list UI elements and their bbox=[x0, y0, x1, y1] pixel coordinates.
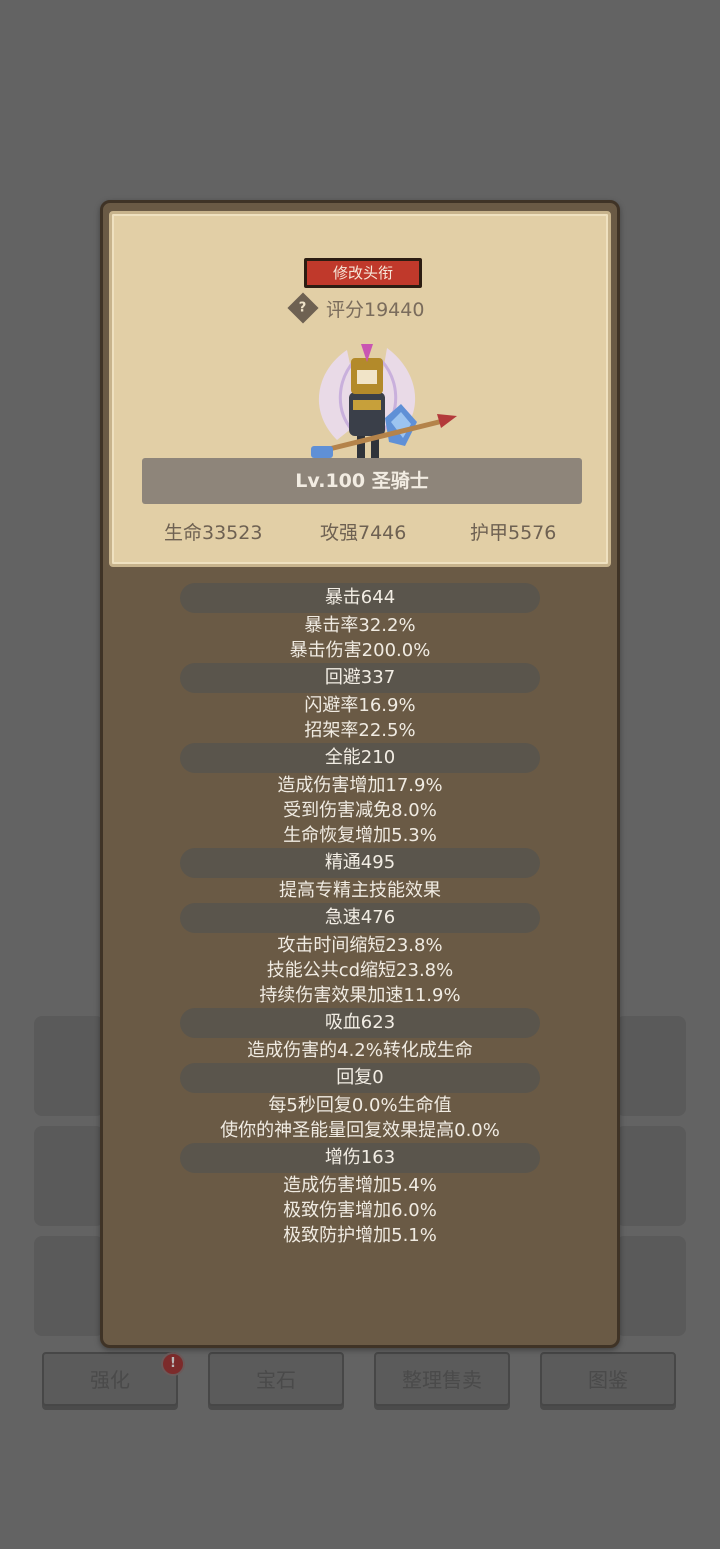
attribute-detail: 使你的神圣能量回复效果提高0.0% bbox=[220, 1120, 500, 1141]
background-tile bbox=[34, 1016, 104, 1116]
attribute-group: 精通495 提高专精主技能效果 bbox=[103, 848, 617, 903]
attribute-title: 增伤163 bbox=[180, 1143, 540, 1173]
attribute-detail: 造成伤害增加5.4% bbox=[283, 1175, 437, 1196]
attribute-title: 精通495 bbox=[180, 848, 540, 878]
rename-title-button[interactable]: 修改头衔 bbox=[304, 258, 422, 288]
attribute-detail: 造成伤害的4.2%转化成生命 bbox=[247, 1040, 473, 1061]
collection-button[interactable]: 图鉴 bbox=[540, 1352, 676, 1406]
attribute-detail: 极致防护增加5.1% bbox=[283, 1225, 437, 1246]
attribute-group: 回复0 每5秒回复0.0%生命值使你的神圣能量回复效果提高0.0% bbox=[103, 1063, 617, 1143]
attribute-detail: 受到伤害减免8.0% bbox=[283, 800, 437, 821]
background-tile bbox=[34, 1126, 104, 1226]
score-value: 评分19440 bbox=[326, 298, 425, 321]
attribute-group: 吸血623 造成伤害的4.2%转化成生命 bbox=[103, 1008, 617, 1063]
background-tile bbox=[616, 1126, 686, 1226]
attribute-detail: 闪避率16.9% bbox=[304, 695, 416, 716]
attribute-detail: 提高专精主技能效果 bbox=[279, 880, 441, 901]
attribute-title: 急速476 bbox=[180, 903, 540, 933]
attribute-list: 暴击644 暴击率32.2% 暴击伤害200.0% 回避337 闪避率16.9% 招架率2… bbox=[103, 583, 617, 1248]
alert-badge-icon: ! bbox=[161, 1352, 185, 1376]
attribute-detail: 持续伤害效果加速11.9% bbox=[259, 985, 461, 1006]
attribute-detail: 造成伤害增加17.9% bbox=[277, 775, 443, 796]
stat-armor: 护甲5576 bbox=[470, 522, 557, 544]
attribute-title: 回避337 bbox=[180, 663, 540, 693]
attribute-title: 暴击644 bbox=[180, 583, 540, 613]
attribute-detail: 生命恢复增加5.3% bbox=[283, 825, 437, 846]
sort-sell-button[interactable]: 整理售卖 bbox=[374, 1352, 510, 1406]
attribute-group: 增伤163 造成伤害增加5.4% 极致伤害增加6.0% 极致防护增加5.1% bbox=[103, 1143, 617, 1248]
background-tile bbox=[616, 1016, 686, 1116]
stat-hp: 生命33523 bbox=[164, 522, 263, 544]
attribute-detail: 招架率22.5% bbox=[304, 720, 416, 741]
hero-sprite bbox=[311, 344, 457, 458]
attribute-detail: 攻击时间缩短23.8% bbox=[277, 935, 443, 956]
enhance-button[interactable]: 强化 bbox=[42, 1352, 178, 1406]
attribute-title: 全能210 bbox=[180, 743, 540, 773]
stat-attack-power: 攻强7446 bbox=[320, 522, 407, 544]
attribute-group: 急速476 攻击时间缩短23.8% 技能公共cd缩短23.8% 持续伤害效果加速11.… bbox=[103, 903, 617, 1008]
help-icon[interactable]: ? bbox=[287, 292, 319, 324]
help-glyph: ? bbox=[299, 300, 307, 316]
attribute-detail: 每5秒回复0.0%生命值 bbox=[268, 1095, 452, 1116]
character-attributes-panel: 修改头衔 ? 评分19440 Lv.100 圣骑士 生命33523 攻强7446… bbox=[100, 200, 620, 1348]
attribute-group: 回避337 闪避率16.9% 招架率22.5% bbox=[103, 663, 617, 743]
attribute-title: 回复0 bbox=[180, 1063, 540, 1093]
level-class-label: Lv.100 圣骑士 bbox=[142, 458, 582, 504]
attribute-detail: 技能公共cd缩短23.8% bbox=[266, 960, 454, 981]
background-tile bbox=[34, 1236, 104, 1336]
character-card: 修改头衔 ? 评分19440 Lv.100 圣骑士 生命33523 攻强7446… bbox=[109, 211, 611, 567]
gem-button[interactable]: 宝石 bbox=[208, 1352, 344, 1406]
background-tile bbox=[616, 1236, 686, 1336]
attribute-group: 全能210 造成伤害增加17.9% 受到伤害减免8.0% 生命恢复增加5.3% bbox=[103, 743, 617, 848]
attribute-title: 吸血623 bbox=[180, 1008, 540, 1038]
attribute-detail: 暴击率32.2% bbox=[304, 615, 416, 636]
attribute-group: 暴击644 暴击率32.2% 暴击伤害200.0% bbox=[103, 583, 617, 663]
attribute-detail: 极致伤害增加6.0% bbox=[283, 1200, 437, 1221]
score-row: ? 评分19440 bbox=[287, 292, 425, 324]
attribute-detail: 暴击伤害200.0% bbox=[289, 640, 431, 661]
